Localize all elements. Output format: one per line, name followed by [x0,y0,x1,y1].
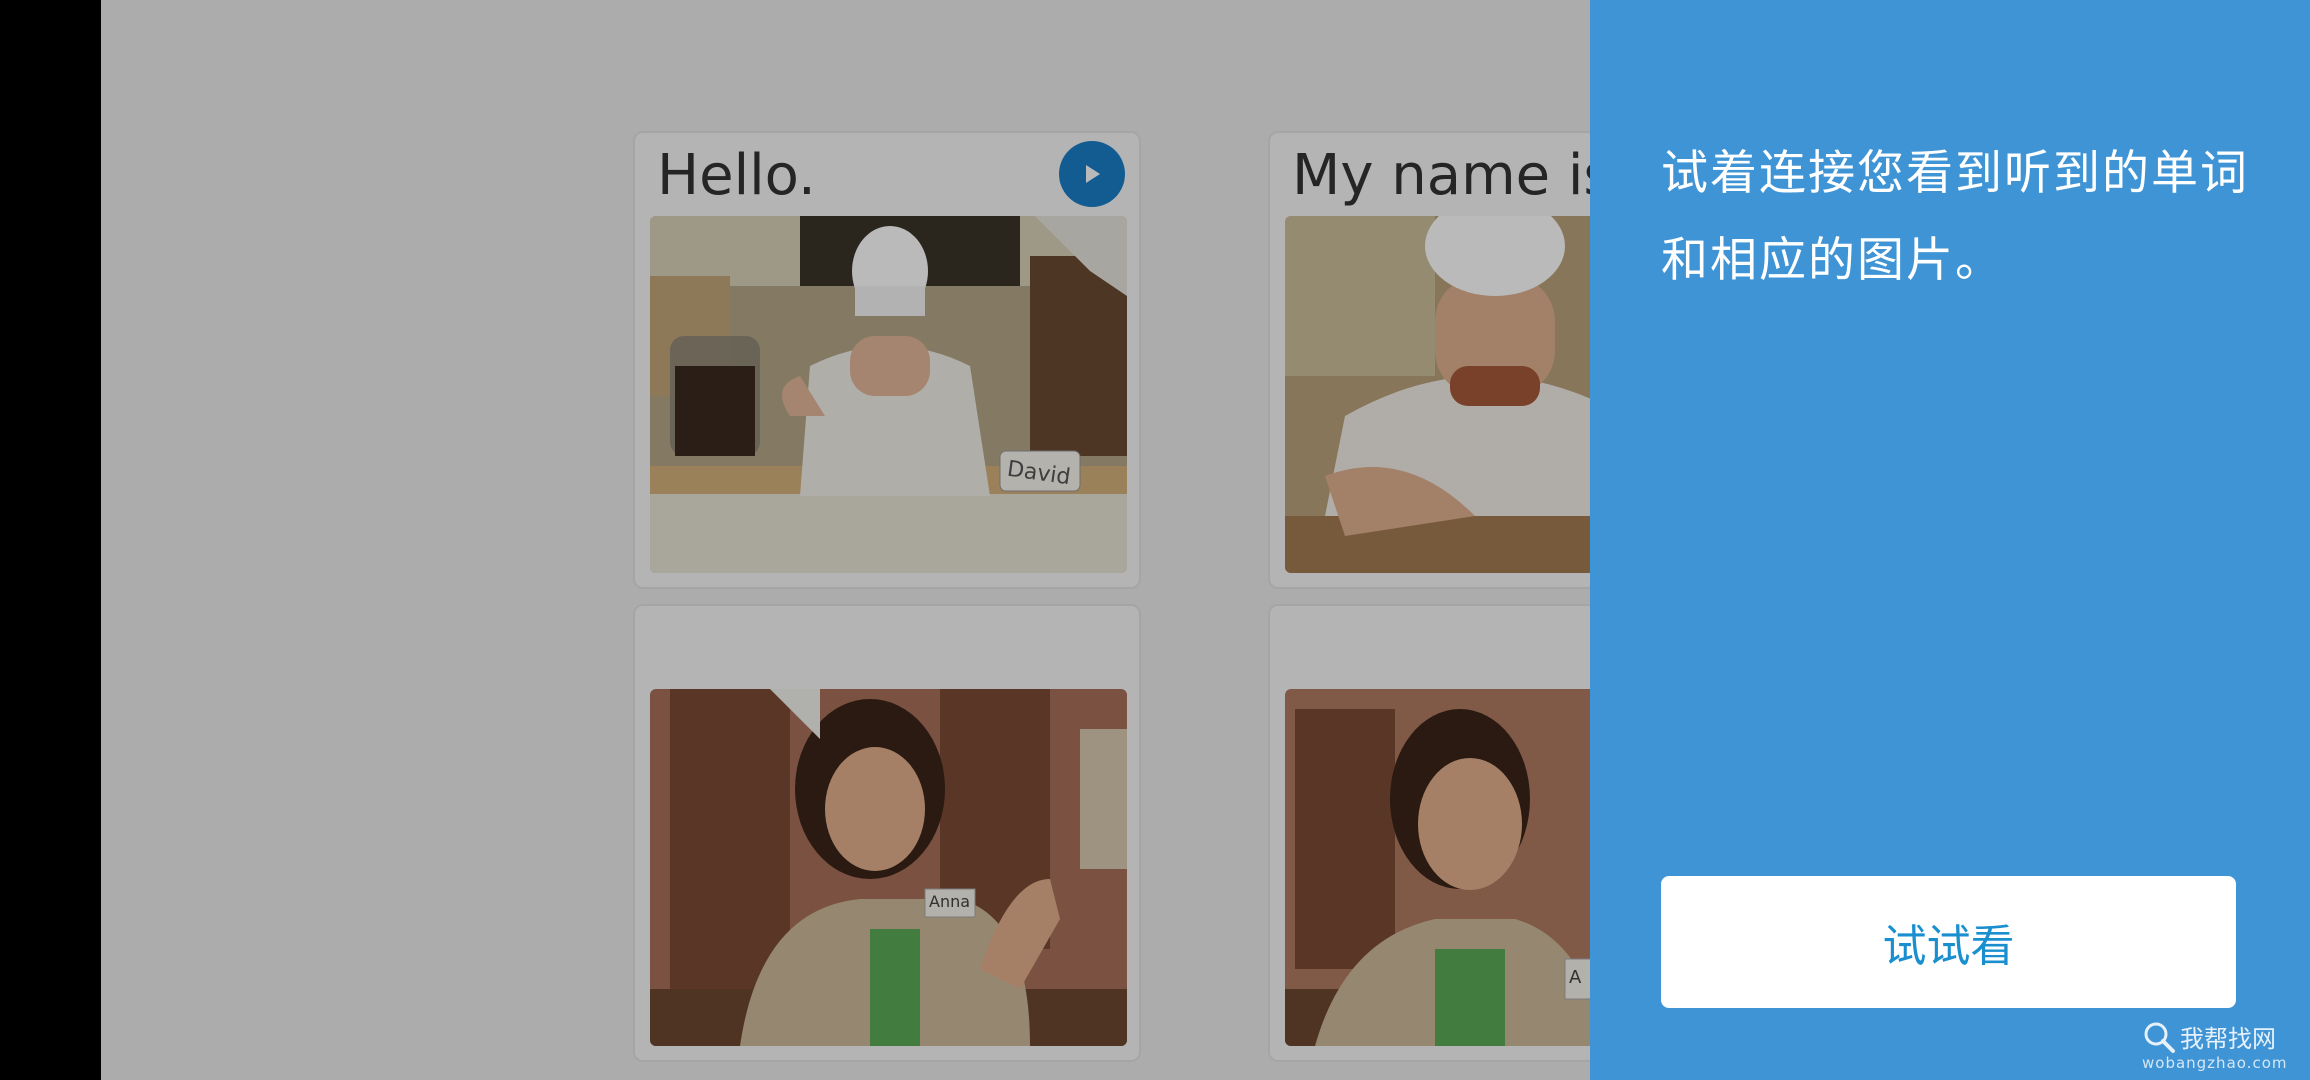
card-photo-woman-smiling[interactable]: A [1285,689,1590,1046]
answer-card-4[interactable]: A [1268,604,1590,1062]
left-black-bar [0,0,101,1080]
watermark-url: wobangzhao.com [2142,1054,2288,1072]
card-title: Hello. [657,143,816,208]
instruction-text: 试着连接您看到听到的单词和相应的图片。 [1661,146,2249,288]
search-icon [2144,1022,2175,1053]
try-it-button[interactable]: 试试看 [1661,876,2236,1008]
card-photo-chef-waving[interactable]: David [650,216,1127,573]
watermark-name: 我帮找网 [2180,1025,2276,1053]
name-tag: A [1569,967,1582,988]
card-title: My name is David. [1292,143,1590,208]
card-photo-chef-gesture[interactable] [1285,216,1590,573]
watermark: 我帮找网 wobangzhao.com [2142,1019,2302,1072]
name-tag: Anna [929,892,971,911]
answer-card-3[interactable]: Anna [633,604,1141,1062]
instruction-panel: 试着连接您看到听到的单词和相应的图片。 试试看 我帮找网 wobangzhao.… [1590,0,2310,1080]
play-icon [1086,165,1100,183]
play-audio-button[interactable] [1059,141,1125,207]
answer-card-2[interactable]: My name is David. [1268,131,1590,589]
answer-card-1[interactable]: Hello. David [633,131,1141,589]
card-photo-woman-waving[interactable]: Anna [650,689,1127,1046]
exercise-area: Hello. David My name i Anna A [101,0,1590,1080]
